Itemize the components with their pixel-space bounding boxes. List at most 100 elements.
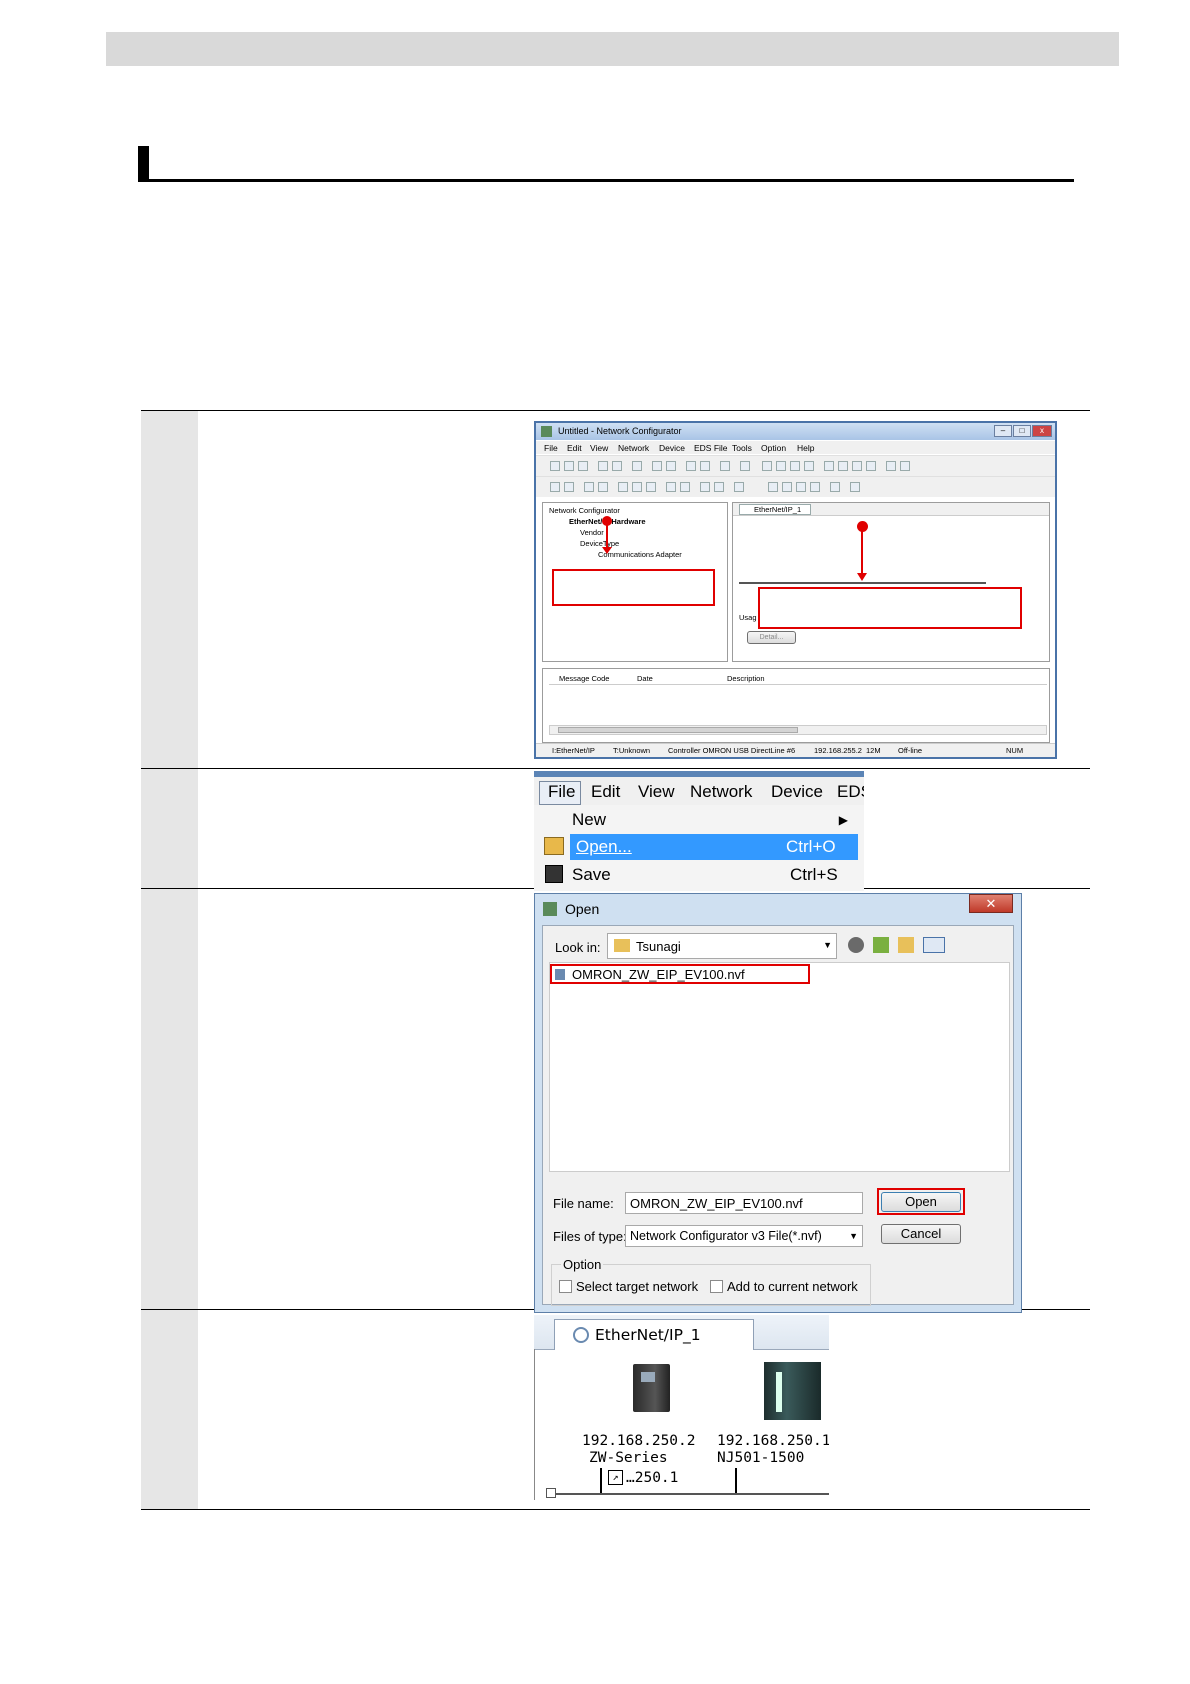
save-icon[interactable] [578, 461, 588, 471]
open-button[interactable]: Open [881, 1192, 961, 1212]
add-current-checkbox[interactable] [710, 1280, 723, 1293]
step-cell [141, 889, 198, 1309]
tool-icon[interactable] [810, 482, 820, 492]
app-icon [543, 902, 557, 916]
back-icon[interactable] [848, 937, 864, 953]
binoculars-icon[interactable] [830, 482, 840, 492]
view-icon[interactable] [838, 461, 848, 471]
select-target-checkbox[interactable] [559, 1280, 572, 1293]
menu-bar: File Edit View Network Device EDS [534, 771, 864, 805]
close-icon[interactable]: ✕ [969, 894, 1013, 913]
tab-ethernet-ip-1[interactable]: EtherNet/IP_1 [554, 1319, 754, 1350]
tool-icon[interactable] [550, 482, 560, 492]
tree-device-type[interactable]: DeviceType [580, 539, 619, 548]
window-title: Untitled - Network Configurator [558, 426, 682, 436]
menu-device[interactable]: Device [659, 443, 685, 453]
tool-icon[interactable] [618, 482, 628, 492]
usage-label: Usag [739, 613, 757, 622]
menu-item-new[interactable]: New ▶ [570, 807, 858, 833]
tool-icon[interactable] [850, 482, 860, 492]
tool-icon[interactable] [720, 461, 730, 471]
view-menu-icon[interactable] [923, 937, 945, 953]
tool-icon[interactable] [900, 461, 910, 471]
tool-icon[interactable] [666, 482, 676, 492]
tool-icon[interactable] [652, 461, 662, 471]
chevron-down-icon: ▼ [849, 1231, 858, 1241]
menu-view[interactable]: View [590, 443, 608, 453]
close-icon[interactable]: x [1032, 425, 1052, 437]
menu-option[interactable]: Option [761, 443, 786, 453]
view-icon[interactable] [866, 461, 876, 471]
connection-icon[interactable]: ↗ [608, 1470, 623, 1485]
tool-icon[interactable] [714, 482, 724, 492]
tool-icon[interactable] [700, 461, 710, 471]
menu-help[interactable]: Help [797, 443, 814, 453]
tool-icon[interactable] [598, 482, 608, 492]
menu-device[interactable]: Device [771, 782, 823, 802]
step-cell [141, 1310, 198, 1509]
menu-network[interactable]: Network [690, 782, 752, 802]
tool-icon[interactable] [782, 482, 792, 492]
network-pane: EtherNet/IP_1 Usag Detail... [732, 502, 1050, 662]
tab-ethernet-ip-1[interactable]: EtherNet/IP_1 [739, 504, 811, 515]
maximize-icon[interactable]: □ [1013, 425, 1031, 437]
look-in-select[interactable]: Tsunagi ▼ [607, 933, 837, 959]
horizontal-scrollbar[interactable] [549, 725, 1047, 735]
detail-button[interactable]: Detail... [747, 631, 796, 644]
tool-icon[interactable] [666, 461, 676, 471]
cancel-button[interactable]: Cancel [881, 1224, 961, 1244]
tool-icon[interactable] [584, 482, 594, 492]
paste-icon[interactable] [790, 461, 800, 471]
menu-eds-file[interactable]: EDS File [694, 443, 728, 453]
hardware-tree-pane: Network Configurator EtherNet/IP Hardwar… [542, 502, 728, 662]
menu-file-label[interactable]: File [548, 782, 575, 802]
tool-icon[interactable] [680, 482, 690, 492]
minimize-icon[interactable]: – [994, 425, 1012, 437]
tree-vendor[interactable]: Vendor [580, 528, 604, 537]
network-end-handle[interactable] [546, 1488, 556, 1498]
print-preview-icon[interactable] [612, 461, 622, 471]
tool-icon[interactable] [700, 482, 710, 492]
message-pane: Message Code Date Description [542, 668, 1050, 743]
tool-icon[interactable] [564, 482, 574, 492]
menu-item-open[interactable]: Open... Ctrl+O [570, 834, 858, 860]
step-cell [141, 769, 198, 888]
callout-arrow [606, 523, 608, 549]
tree-root[interactable]: Network Configurator [549, 506, 620, 515]
tool-icon[interactable] [686, 461, 696, 471]
menu-edit[interactable]: Edit [591, 782, 620, 802]
new-icon[interactable] [550, 461, 560, 471]
file-type-select[interactable]: Network Configurator v3 File(*.nvf) ▼ [625, 1225, 863, 1247]
menu-item-save[interactable]: Save Ctrl+S [570, 862, 858, 888]
file-list[interactable]: OMRON_ZW_EIP_EV100.nvf [549, 962, 1010, 1172]
view-icon[interactable] [824, 461, 834, 471]
spell-icon[interactable] [632, 461, 642, 471]
menu-view[interactable]: View [638, 782, 675, 802]
zw-series-device-icon[interactable] [633, 1364, 670, 1412]
file-name-input[interactable]: OMRON_ZW_EIP_EV100.nvf [625, 1192, 863, 1214]
tool-icon[interactable] [646, 482, 656, 492]
view-icon[interactable] [852, 461, 862, 471]
tool-icon[interactable] [734, 482, 744, 492]
menu-tools[interactable]: Tools [732, 443, 752, 453]
callout-arrowhead [857, 573, 867, 581]
print-icon[interactable] [598, 461, 608, 471]
menu-file[interactable]: File [544, 443, 558, 453]
new-folder-icon[interactable] [898, 937, 914, 953]
nj501-device-icon[interactable] [764, 1362, 821, 1420]
delete-icon[interactable] [804, 461, 814, 471]
cut-icon[interactable] [762, 461, 772, 471]
tool-icon[interactable] [886, 461, 896, 471]
menu-edit[interactable]: Edit [567, 443, 582, 453]
status-target: T:Unknown [613, 746, 651, 755]
folder-icon [614, 939, 630, 952]
tool-icon[interactable] [796, 482, 806, 492]
tool-icon[interactable] [740, 461, 750, 471]
open-icon[interactable] [564, 461, 574, 471]
up-folder-icon[interactable] [873, 937, 889, 953]
copy-icon[interactable] [776, 461, 786, 471]
menu-network[interactable]: Network [618, 443, 649, 453]
menu-eds[interactable]: EDS [837, 782, 864, 802]
tool-icon[interactable] [768, 482, 778, 492]
tool-icon[interactable] [632, 482, 642, 492]
